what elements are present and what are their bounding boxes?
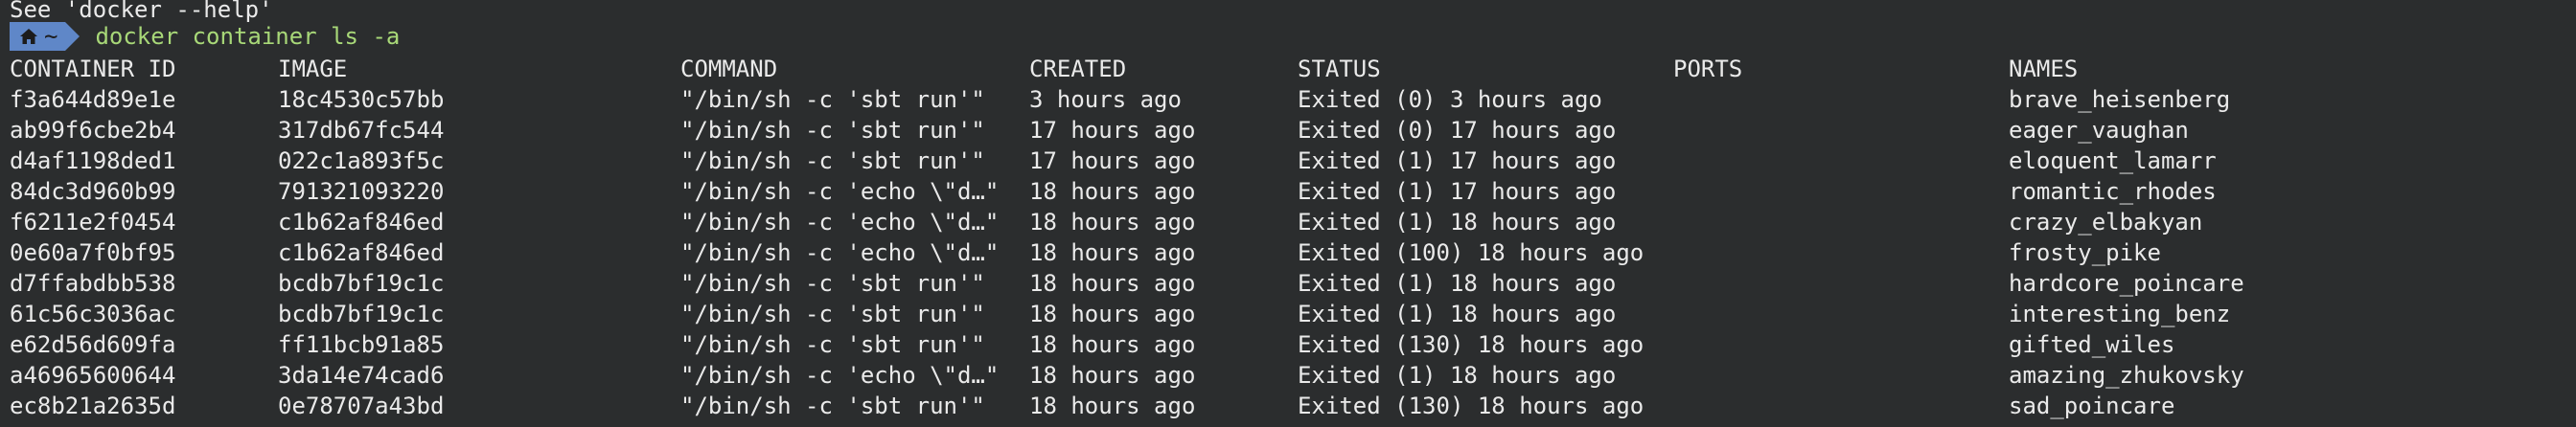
row-command: "/bin/sh -c 'sbt run'" [680,86,985,113]
row-status: Exited (1) 17 hours ago [1298,147,1617,174]
row-command: "/bin/sh -c 'sbt run'" [680,301,985,327]
row-created: 18 hours ago [1029,239,1196,266]
row-created: 17 hours ago [1029,117,1196,144]
row-image: 3da14e74cad6 [278,362,445,389]
row-created: 18 hours ago [1029,393,1196,419]
row-command: "/bin/sh -c 'sbt run'" [680,331,985,358]
table-row: 84dc3d960b99 791321093220 "/bin/sh -c 'ech… [10,176,2559,207]
row-created: 18 hours ago [1029,331,1196,358]
row-container-id: f6211e2f0454 [10,209,176,236]
row-image: 18c4530c57bb [278,86,445,113]
table-row: e62d56d609fa ff11bcb91a85 "/bin/sh -c 'sbt… [10,329,2559,360]
table-row: a46965600644 3da14e74cad6 "/bin/sh -c 'ech… [10,360,2559,391]
row-created: 18 hours ago [1029,362,1196,389]
row-status: Exited (1) 17 hours ago [1298,178,1617,205]
row-command: "/bin/sh -c 'sbt run'" [680,117,985,144]
prompt-segment: ~ [10,22,66,51]
row-created: 18 hours ago [1029,270,1196,297]
row-created: 3 hours ago [1029,86,1182,113]
prompt-line: ~ docker container ls -a [10,21,400,52]
table-row: ec8b21a2635d 0e78707a43bd "/bin/sh -c 'sbt… [10,391,2559,421]
row-image: c1b62af846ed [278,209,445,236]
table-row: d7ffabdbb538 bcdb7bf19c1c "/bin/sh -c 'sbt… [10,268,2559,299]
table-row: f6211e2f0454 c1b62af846ed "/bin/sh -c 'ech… [10,207,2559,237]
row-status: Exited (0) 3 hours ago [1298,86,1602,113]
row-command: "/bin/sh -c 'echo \"d…" [680,362,1000,389]
row-container-id: d7ffabdbb538 [10,270,176,297]
row-status: Exited (1) 18 hours ago [1298,270,1617,297]
header-created: CREATED [1029,56,1127,82]
row-status: Exited (0) 17 hours ago [1298,117,1617,144]
row-container-id: ec8b21a2635d [10,393,176,419]
row-names: brave_heisenberg [2009,86,2231,113]
row-names: sad_poincare [2009,393,2175,419]
row-container-id: f3a644d89e1e [10,86,176,113]
row-created: 18 hours ago [1029,178,1196,205]
row-command: "/bin/sh -c 'echo \"d…" [680,209,1000,236]
row-image: c1b62af846ed [278,239,445,266]
row-names: romantic_rhodes [2009,178,2217,205]
row-image: 317db67fc544 [278,117,445,144]
header-status: STATUS [1298,56,1381,82]
prompt-directory: ~ [44,23,58,50]
row-names: eager_vaughan [2009,117,2189,144]
row-created: 18 hours ago [1029,301,1196,327]
table-header: CONTAINER ID IMAGE COMMAND CREATED STATU… [10,54,2559,84]
table-row: f3a644d89e1e 18c4530c57bb "/bin/sh -c 'sbt… [10,84,2559,115]
row-names: crazy_elbakyan [2009,209,2203,236]
prompt-arrow-icon [65,22,80,51]
row-command: "/bin/sh -c 'sbt run'" [680,270,985,297]
table-row: d4af1198ded1 022c1a893f5c "/bin/sh -c 'sbt… [10,146,2559,176]
row-names: eloquent_lamarr [2009,147,2217,174]
table-row: 0e60a7f0bf95 c1b62af846ed "/bin/sh -c 'ech… [10,237,2559,268]
row-container-id: 84dc3d960b99 [10,178,176,205]
header-command: COMMAND [680,56,778,82]
header-container-id: CONTAINER ID [10,56,176,82]
row-container-id: d4af1198ded1 [10,147,176,174]
row-container-id: ab99f6cbe2b4 [10,117,176,144]
row-container-id: e62d56d609fa [10,331,176,358]
row-status: Exited (100) 18 hours ago [1298,239,1644,266]
row-status: Exited (1) 18 hours ago [1298,362,1617,389]
row-names: interesting_benz [2009,301,2231,327]
row-status: Exited (1) 18 hours ago [1298,301,1617,327]
header-ports: PORTS [1673,56,1743,82]
row-command: "/bin/sh -c 'sbt run'" [680,147,985,174]
row-status: Exited (1) 18 hours ago [1298,209,1617,236]
terminal-window[interactable]: See 'docker --help' ~ docker container l… [0,0,2576,427]
row-status: Exited (130) 18 hours ago [1298,331,1644,358]
row-image: 791321093220 [278,178,445,205]
row-container-id: 0e60a7f0bf95 [10,239,176,266]
header-names: NAMES [2009,56,2079,82]
row-image: bcdb7bf19c1c [278,270,445,297]
header-image: IMAGE [278,56,348,82]
row-command: "/bin/sh -c 'echo \"d…" [680,178,1000,205]
home-icon [20,29,37,44]
row-container-id: a46965600644 [10,362,176,389]
row-image: 022c1a893f5c [278,147,445,174]
row-names: hardcore_poincare [2009,270,2244,297]
row-container-id: 61c56c3036ac [10,301,176,327]
row-status: Exited (130) 18 hours ago [1298,393,1644,419]
row-created: 18 hours ago [1029,209,1196,236]
row-command: "/bin/sh -c 'echo \"d…" [680,239,1000,266]
row-image: bcdb7bf19c1c [278,301,445,327]
row-names: amazing_zhukovsky [2009,362,2244,389]
row-image: 0e78707a43bd [278,393,445,419]
row-names: gifted_wiles [2009,331,2175,358]
table-row: 61c56c3036ac bcdb7bf19c1c "/bin/sh -c 'sbt… [10,299,2559,329]
row-image: ff11bcb91a85 [278,331,445,358]
command-input[interactable]: docker container ls -a [95,21,400,52]
row-command: "/bin/sh -c 'sbt run'" [680,393,985,419]
row-names: frosty_pike [2009,239,2161,266]
row-created: 17 hours ago [1029,147,1196,174]
table-row: ab99f6cbe2b4 317db67fc544 "/bin/sh -c 'sbt… [10,115,2559,146]
